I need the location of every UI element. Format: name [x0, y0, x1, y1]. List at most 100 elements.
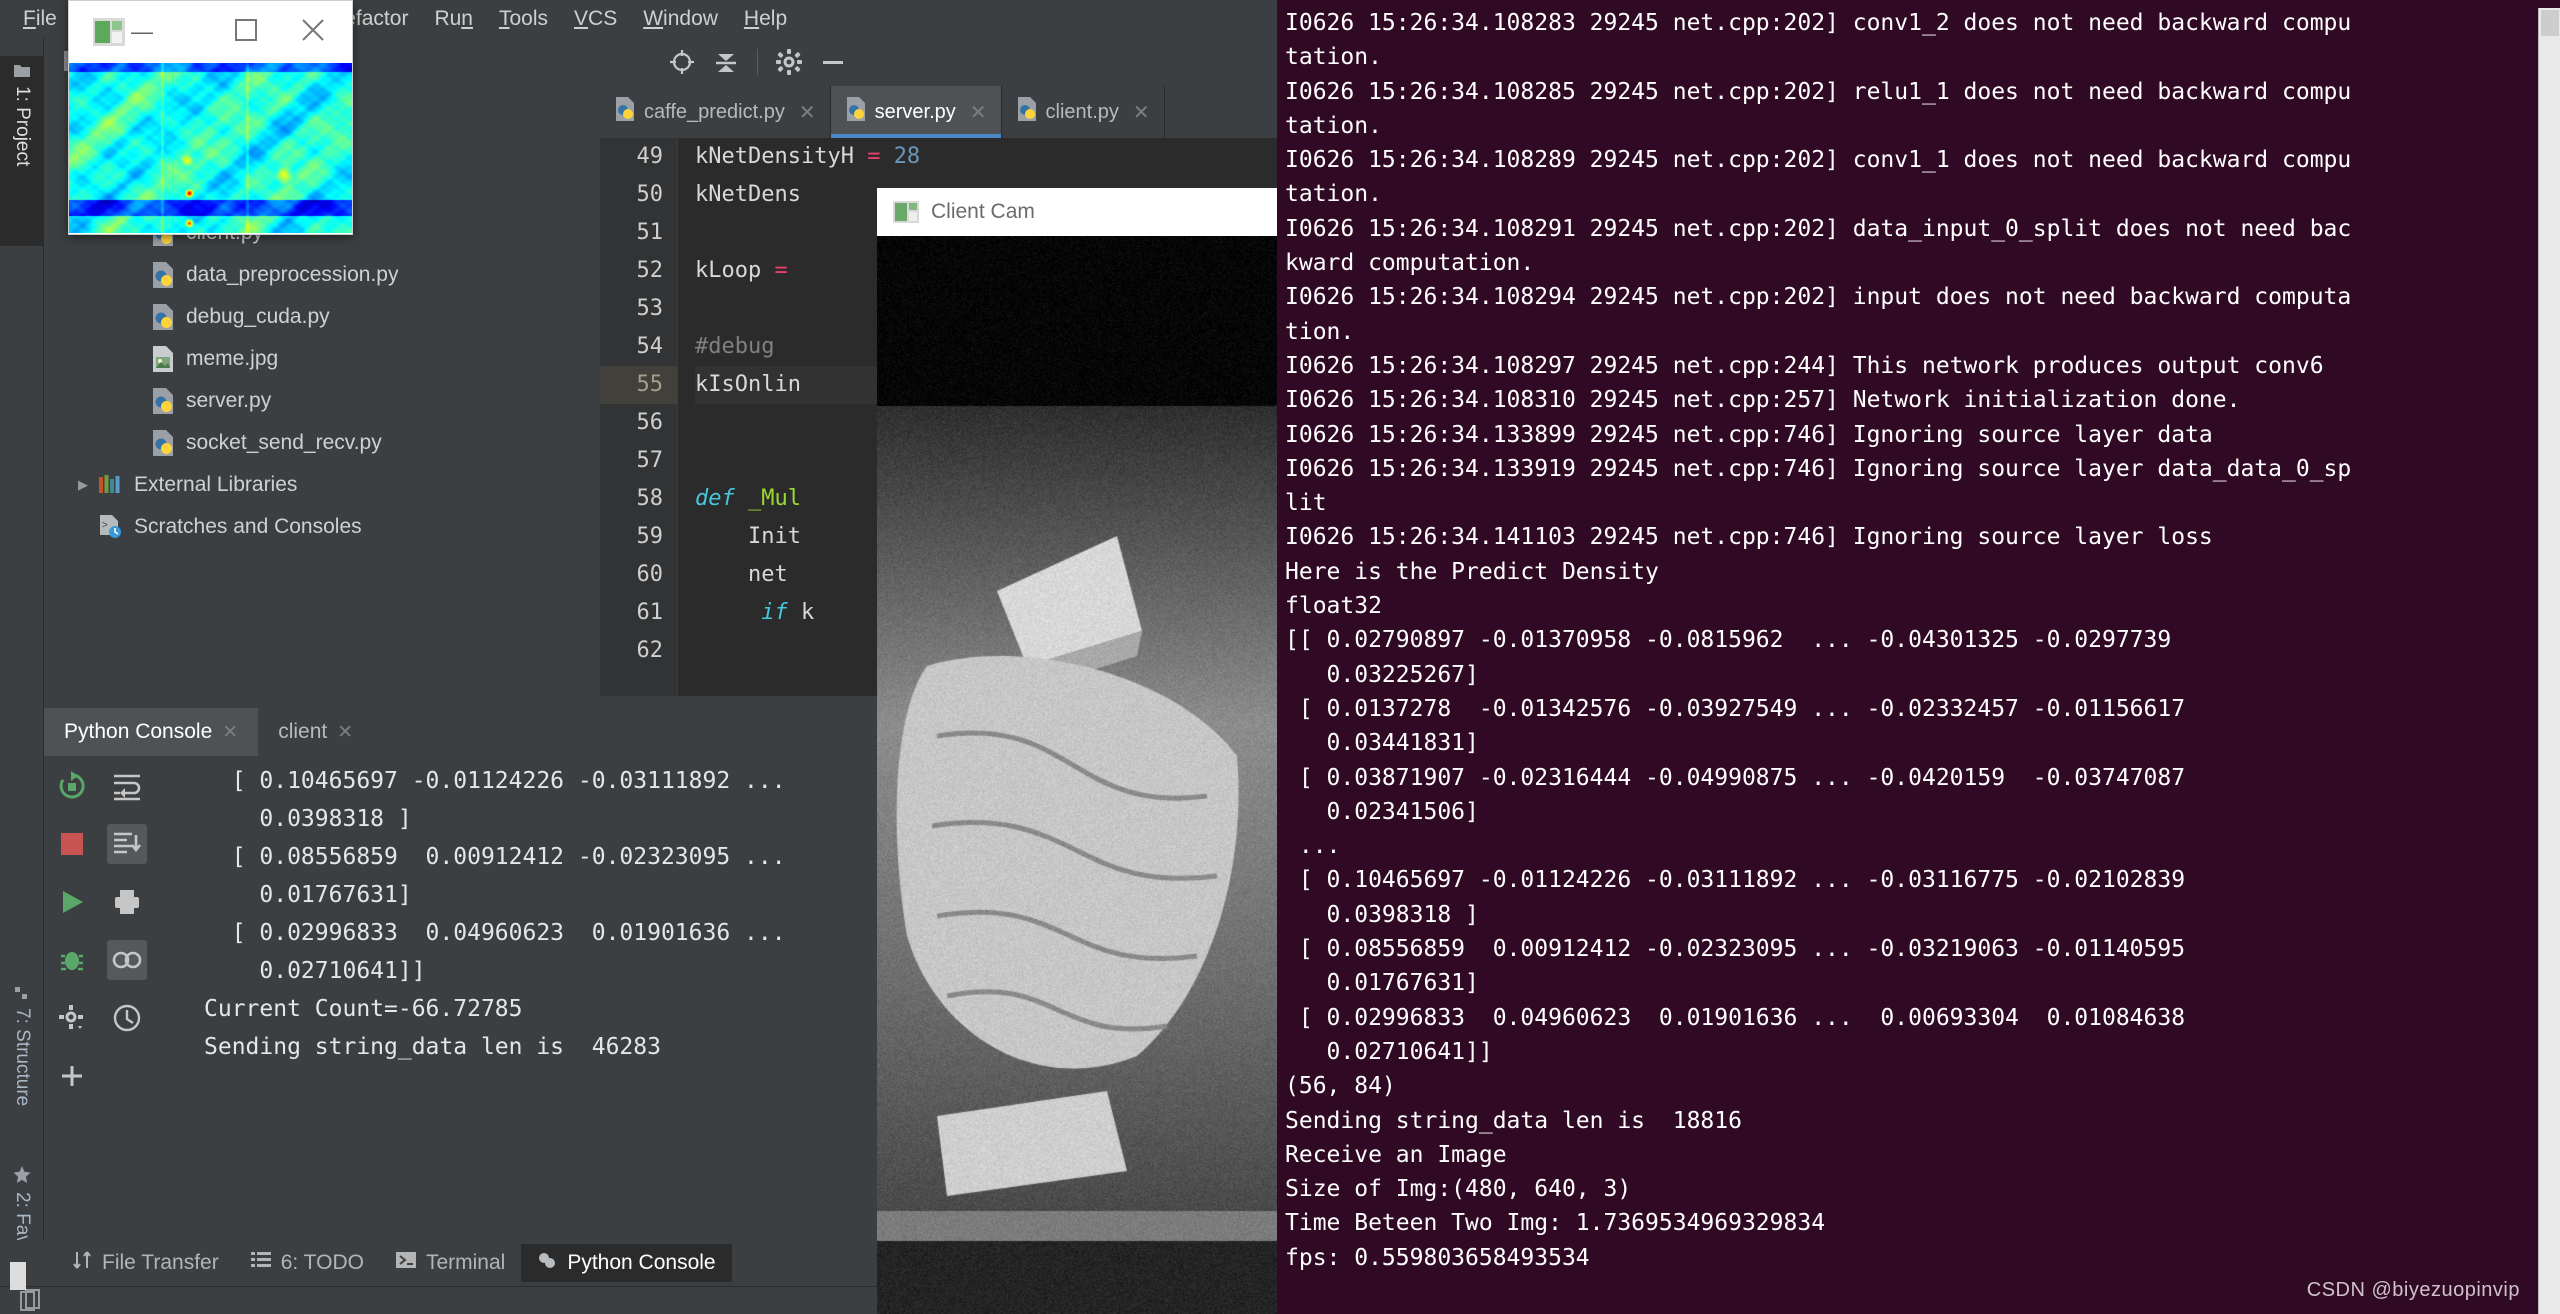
bottom-button-file-transfer[interactable]: File Transfer	[56, 1244, 235, 1282]
line-number-gutter: 4950515253545556575859606162	[600, 138, 678, 696]
line-number: 51	[600, 214, 677, 252]
history-icon[interactable]	[107, 998, 147, 1038]
tree-item-label: socket_send_recv.py	[186, 431, 382, 455]
maximize-icon[interactable]	[234, 18, 258, 47]
menu-item-help[interactable]: Help	[731, 5, 800, 33]
watermark: CSDN @biyezuopinvip	[2307, 1279, 2520, 1302]
bottom-button-label: Terminal	[426, 1251, 505, 1275]
line-number: 62	[600, 632, 677, 670]
line-number: 49	[600, 138, 677, 176]
line-number: 60	[600, 556, 677, 594]
close-icon[interactable]: ✕	[970, 100, 987, 125]
svg-text:>: >	[102, 520, 108, 531]
bottom-button-terminal[interactable]: Terminal	[380, 1244, 521, 1282]
tree-item-label: Scratches and Consoles	[134, 515, 362, 539]
image-icon	[148, 346, 178, 372]
heatmap-title-bar[interactable]: —	[69, 1, 352, 63]
client-cam-video	[877, 236, 1277, 1314]
console-output: [ 0.10465697 -0.01124226 -0.03111892 ...…	[154, 756, 877, 1218]
folder-icon	[12, 64, 32, 78]
console-tab-label: client	[278, 720, 327, 744]
stop-icon[interactable]	[52, 824, 92, 864]
python-console-panel: Python Console ✕ client ✕	[44, 708, 877, 1218]
console-rail-left	[44, 756, 99, 1218]
menu-item-file[interactable]: FFileile	[10, 5, 70, 33]
line-number: 58	[600, 480, 677, 518]
line-number: 54	[600, 328, 677, 366]
editor-tab-client[interactable]: client.py ✕	[1002, 86, 1165, 138]
todo-icon	[251, 1250, 271, 1276]
minimize-icon[interactable]	[820, 49, 846, 75]
terminal-output[interactable]: I0626 15:26:34.108283 29245 net.cpp:202]…	[1277, 0, 2560, 1314]
editor-tab-label: client.py	[1046, 101, 1119, 124]
add-icon[interactable]	[52, 1056, 92, 1096]
terminal-scrollbar[interactable]	[2538, 8, 2560, 1314]
editor-tab-server[interactable]: server.py ✕	[831, 86, 1002, 138]
python-icon	[148, 262, 178, 288]
rerun-icon[interactable]	[52, 766, 92, 806]
editor-tab-label: server.py	[875, 101, 956, 124]
expand-arrow-icon[interactable]: ▶	[70, 477, 96, 493]
density-heatmap-window: —	[68, 0, 353, 235]
bottom-button-python-console[interactable]: Python Console	[521, 1244, 731, 1282]
sidebar-tab-project-label: 1: Project	[11, 86, 33, 166]
menu-item-vcs[interactable]: VCS	[561, 5, 630, 33]
menu-item-tools[interactable]: Tools	[486, 5, 561, 33]
sidebar-tab-structure[interactable]: 7: Structure	[0, 978, 44, 1158]
editor-tab-strip: caffe_predict.py ✕ server.py ✕ client.py…	[600, 86, 1277, 138]
print-icon[interactable]	[107, 882, 147, 922]
scroll-to-end-icon[interactable]	[107, 824, 147, 864]
gear-icon[interactable]	[776, 49, 802, 75]
line-number: 52	[600, 252, 677, 290]
console-tab-client[interactable]: client ✕	[258, 708, 373, 756]
tree-item-label: meme.jpg	[186, 347, 278, 371]
line-number: 53	[600, 290, 677, 328]
python-icon	[1016, 97, 1038, 127]
console-tab-label: Python Console	[64, 720, 212, 744]
close-icon[interactable]: ✕	[337, 721, 353, 744]
bottom-button-label: 6: TODO	[281, 1251, 364, 1275]
python-icon	[537, 1250, 557, 1276]
eye-icon[interactable]	[107, 940, 147, 980]
tree-item-label: server.py	[186, 389, 271, 413]
line-number: 55	[600, 366, 677, 404]
close-icon[interactable]: ✕	[799, 100, 816, 125]
close-icon[interactable]	[300, 17, 326, 48]
tree-item-label: data_preprocession.py	[186, 263, 398, 287]
copy-icon[interactable]	[20, 1289, 42, 1314]
client-cam-title-bar[interactable]: Client Cam	[877, 188, 1277, 236]
editor-tab-label: caffe_predict.py	[644, 101, 785, 124]
soft-wrap-icon[interactable]	[107, 766, 147, 806]
line-number: 56	[600, 404, 677, 442]
console-rail-right	[99, 756, 154, 1218]
terminal-caret	[10, 1262, 26, 1290]
editor-tab-caffe-predict[interactable]: caffe_predict.py ✕	[600, 86, 831, 138]
terminal-scrollbar-thumb[interactable]	[2541, 10, 2559, 36]
close-icon[interactable]: ✕	[222, 721, 238, 744]
bottom-button-todo[interactable]: 6: TODO	[235, 1244, 380, 1282]
tree-item-label: debug_cuda.py	[186, 305, 330, 329]
structure-icon	[12, 986, 32, 1000]
bottom-button-label: Python Console	[567, 1251, 715, 1275]
console-tab-python-console[interactable]: Python Console ✕	[44, 708, 258, 756]
libraries-icon	[96, 474, 126, 496]
debug-icon[interactable]	[52, 940, 92, 980]
settings-icon[interactable]	[52, 998, 92, 1038]
menu-item-window[interactable]: Window	[630, 5, 731, 33]
line-number: 59	[600, 518, 677, 556]
left-tool-strip: 1: Project 7: Structure 2: Favorites	[0, 38, 44, 1276]
code-line[interactable]: kNetDensityH = 28	[695, 138, 1277, 176]
collapse-all-icon[interactable]	[713, 49, 739, 75]
line-number: 50	[600, 176, 677, 214]
sidebar-tab-project[interactable]: 1: Project	[0, 56, 44, 246]
close-icon[interactable]: ✕	[1133, 100, 1150, 125]
project-panel-tools	[669, 49, 862, 75]
line-number: 57	[600, 442, 677, 480]
locate-icon[interactable]	[669, 49, 695, 75]
python-icon	[148, 304, 178, 330]
menu-item-run[interactable]: Run	[421, 5, 486, 33]
console-action-rail	[44, 756, 154, 1218]
density-heatmap-canvas	[69, 63, 352, 233]
console-body: [ 0.10465697 -0.01124226 -0.03111892 ...…	[44, 756, 877, 1218]
run-icon[interactable]	[52, 882, 92, 922]
